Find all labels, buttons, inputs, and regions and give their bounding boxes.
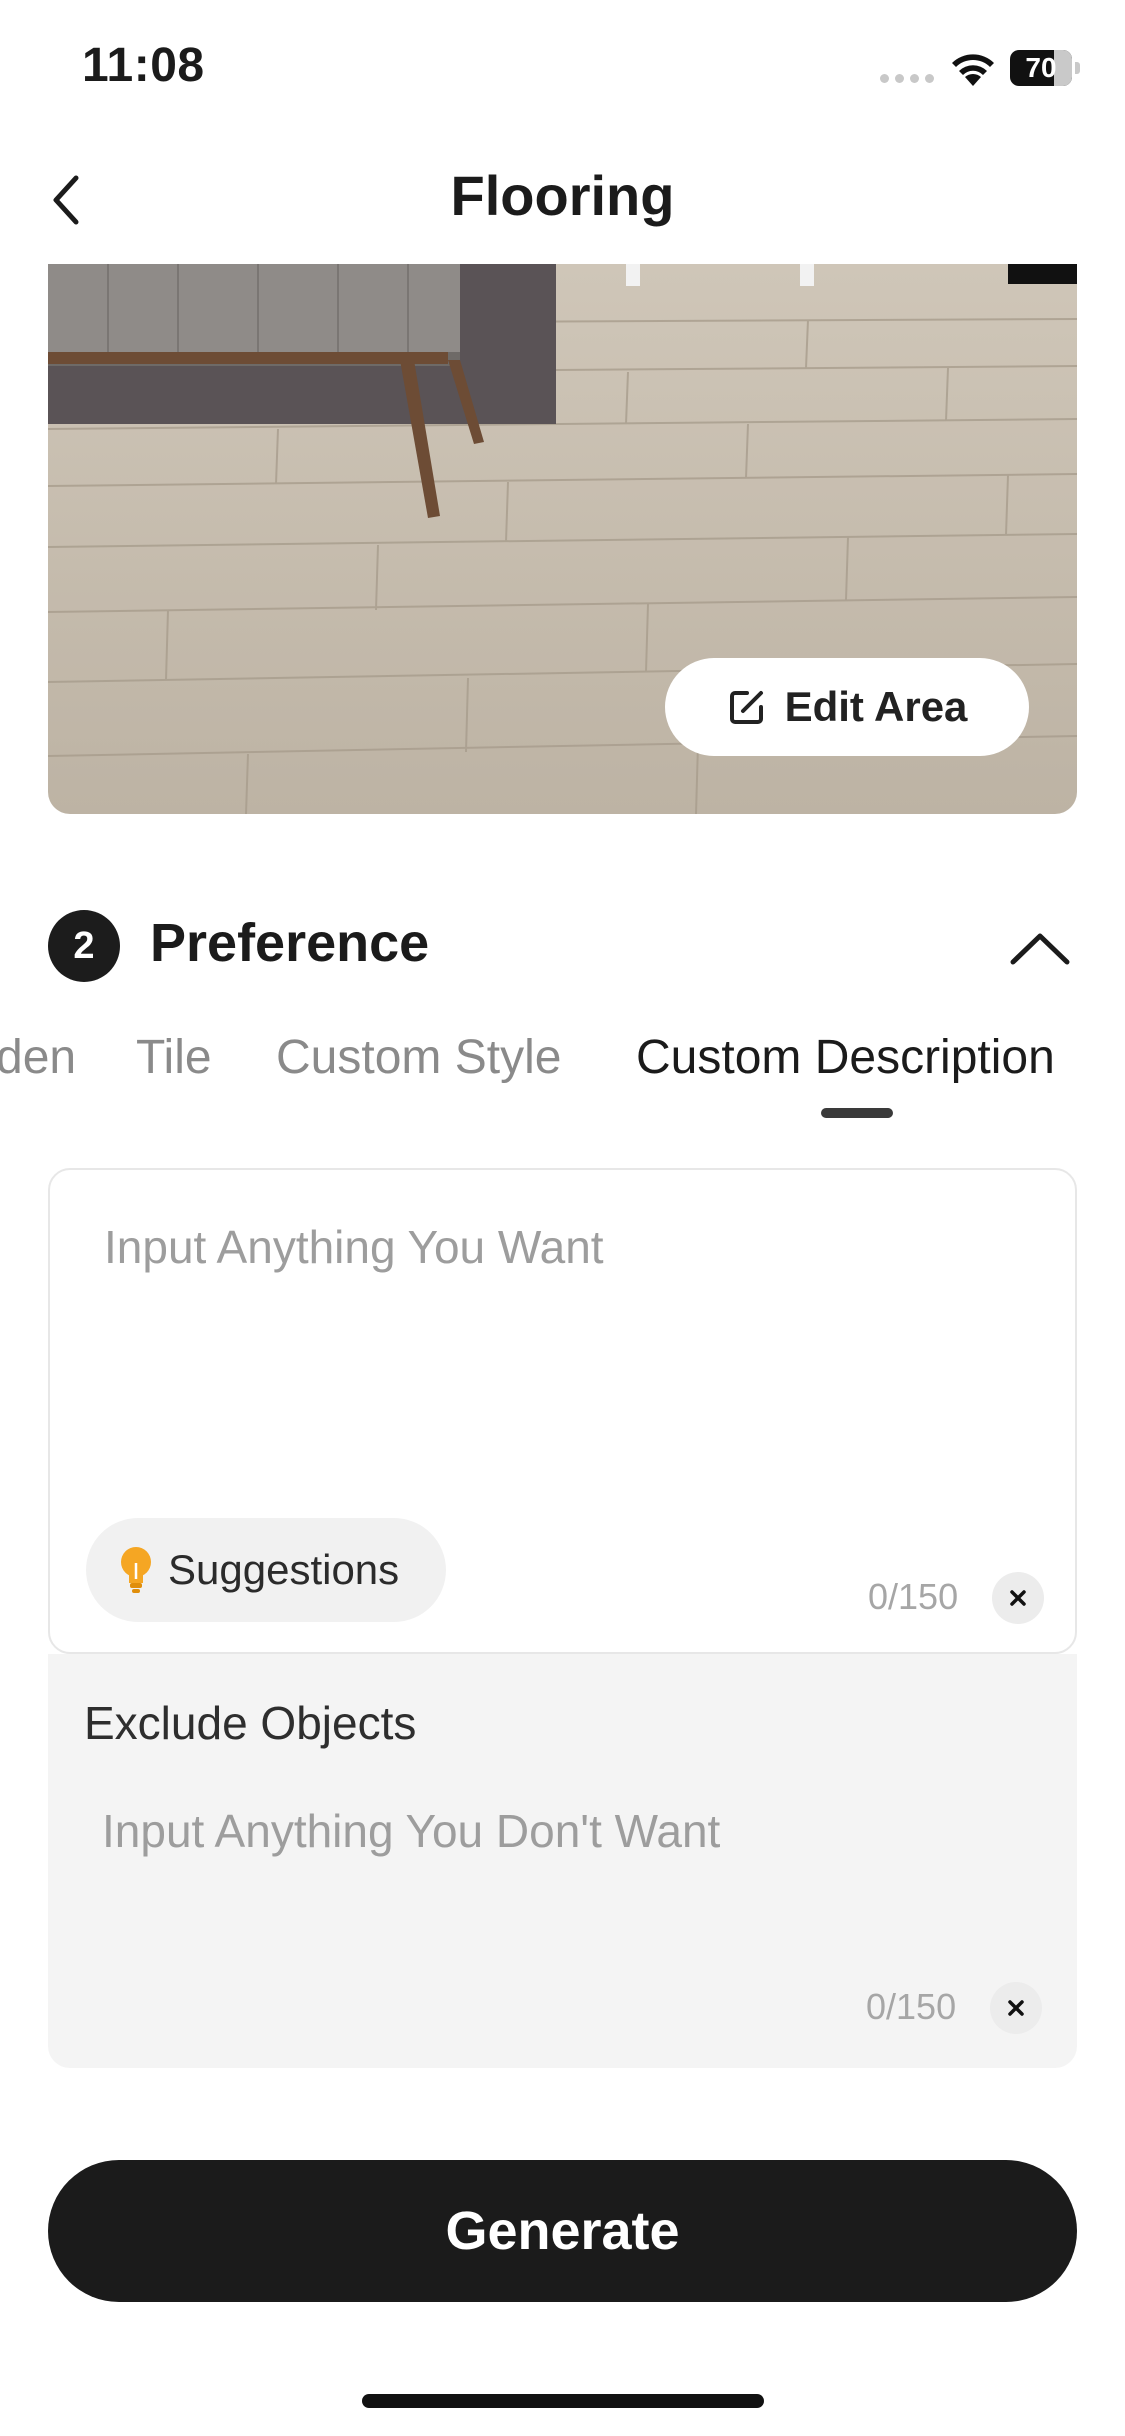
exclude-counter: 0/150: [866, 1986, 957, 2027]
tab-garden[interactable]: den: [0, 1030, 76, 1085]
tab-tile[interactable]: Tile: [136, 1030, 212, 1085]
exclude-objects-card: Exclude Objects 0/150: [48, 1654, 1077, 2068]
edit-area-label: Edit Area: [784, 683, 968, 730]
home-indicator: [362, 2394, 764, 2408]
close-icon: [1010, 1590, 1026, 1606]
exclude-objects-input[interactable]: [100, 1802, 1024, 1936]
collapse-button[interactable]: [1005, 920, 1075, 976]
lightbulb-icon: [121, 1547, 151, 1593]
section-title: Preference: [150, 913, 430, 973]
battery-icon: 70: [1010, 50, 1080, 86]
cellular-signal-icon: [880, 74, 934, 83]
active-tab-indicator: [821, 1108, 893, 1118]
chevron-up-icon: [1010, 933, 1070, 965]
status-time: 11:08: [82, 39, 205, 92]
tab-custom-description[interactable]: Custom Description: [636, 1030, 1055, 1085]
edit-icon: [729, 691, 763, 724]
description-counter: 0/150: [868, 1576, 959, 1617]
status-bar: 11:08 70: [0, 0, 1125, 130]
style-tabs: den Tile Custom Style Custom Description: [0, 1030, 1125, 1120]
suggestions-label: Suggestions: [168, 1546, 400, 1593]
exclude-objects-title: Exclude Objects: [84, 1697, 417, 1749]
description-input[interactable]: [102, 1218, 1026, 1422]
description-clear-button[interactable]: [992, 1572, 1044, 1624]
tab-custom-style[interactable]: Custom Style: [276, 1030, 561, 1085]
wifi-icon: [952, 54, 994, 86]
suggestions-button[interactable]: Suggestions: [86, 1518, 446, 1622]
edit-area-button[interactable]: Edit Area: [665, 658, 1029, 756]
description-card: Suggestions 0/150: [48, 1168, 1077, 1654]
battery-level: 70: [1025, 52, 1057, 83]
page-title: Flooring: [450, 164, 675, 227]
exclude-clear-button[interactable]: [990, 1982, 1042, 2034]
generate-button[interactable]: Generate: [48, 2160, 1077, 2302]
step-badge: 2: [48, 910, 120, 982]
close-icon: [1008, 2000, 1024, 2016]
